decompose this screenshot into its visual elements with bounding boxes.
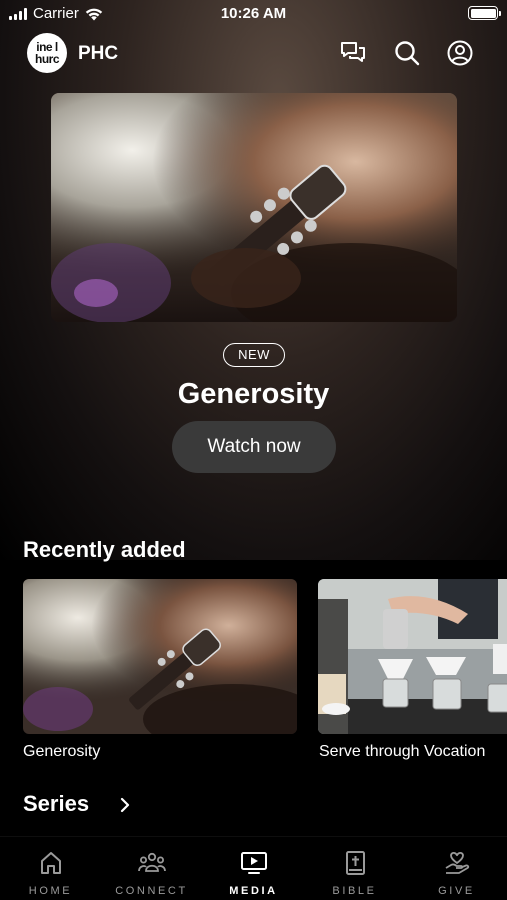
people-icon <box>137 852 166 872</box>
guitar-photo <box>51 93 457 322</box>
tv-play-icon <box>240 852 267 874</box>
tab-media[interactable]: MEDIA <box>203 837 304 900</box>
hero-image[interactable] <box>51 93 457 322</box>
hero-title: Generosity <box>177 378 330 410</box>
status-time: 10:26 AM <box>220 5 287 22</box>
media-card-label: Serve through Vocation <box>319 743 486 760</box>
new-badge: NEW <box>223 343 285 367</box>
section-title-recently-added: Recently added <box>23 537 186 562</box>
search-icon[interactable] <box>393 39 421 67</box>
tab-give[interactable]: GIVE <box>406 837 507 900</box>
coffee-bar-thumbnail <box>318 579 507 734</box>
tab-home[interactable]: HOME <box>0 837 101 900</box>
profile-icon[interactable] <box>446 39 474 67</box>
media-card-generosity[interactable] <box>23 579 297 734</box>
battery-icon <box>468 6 501 20</box>
brand-name: PHC <box>78 43 119 64</box>
church-logo[interactable]: ine l hurc <box>27 33 67 73</box>
bible-icon <box>345 851 365 875</box>
tab-bible[interactable]: BIBLE <box>304 837 405 900</box>
media-card-serve-through-vocation[interactable] <box>318 579 507 734</box>
chat-bubbles-icon[interactable] <box>339 39 367 67</box>
home-icon <box>40 852 61 874</box>
media-card-label: Generosity <box>23 743 101 760</box>
tab-connect[interactable]: CONNECT <box>101 837 202 900</box>
app-header: ine l hurc PHC <box>0 30 507 78</box>
status-bar: Carrier 10:26 AM <box>0 0 507 28</box>
chevron-right-icon[interactable] <box>118 797 132 813</box>
tab-bar: HOME CONNECT MEDIA BIBLE GIVE <box>0 836 507 900</box>
watch-now-button[interactable]: Watch now <box>172 421 336 473</box>
section-title-series[interactable]: Series <box>23 791 89 817</box>
give-heart-icon <box>445 851 469 874</box>
guitar-thumbnail <box>23 579 297 734</box>
